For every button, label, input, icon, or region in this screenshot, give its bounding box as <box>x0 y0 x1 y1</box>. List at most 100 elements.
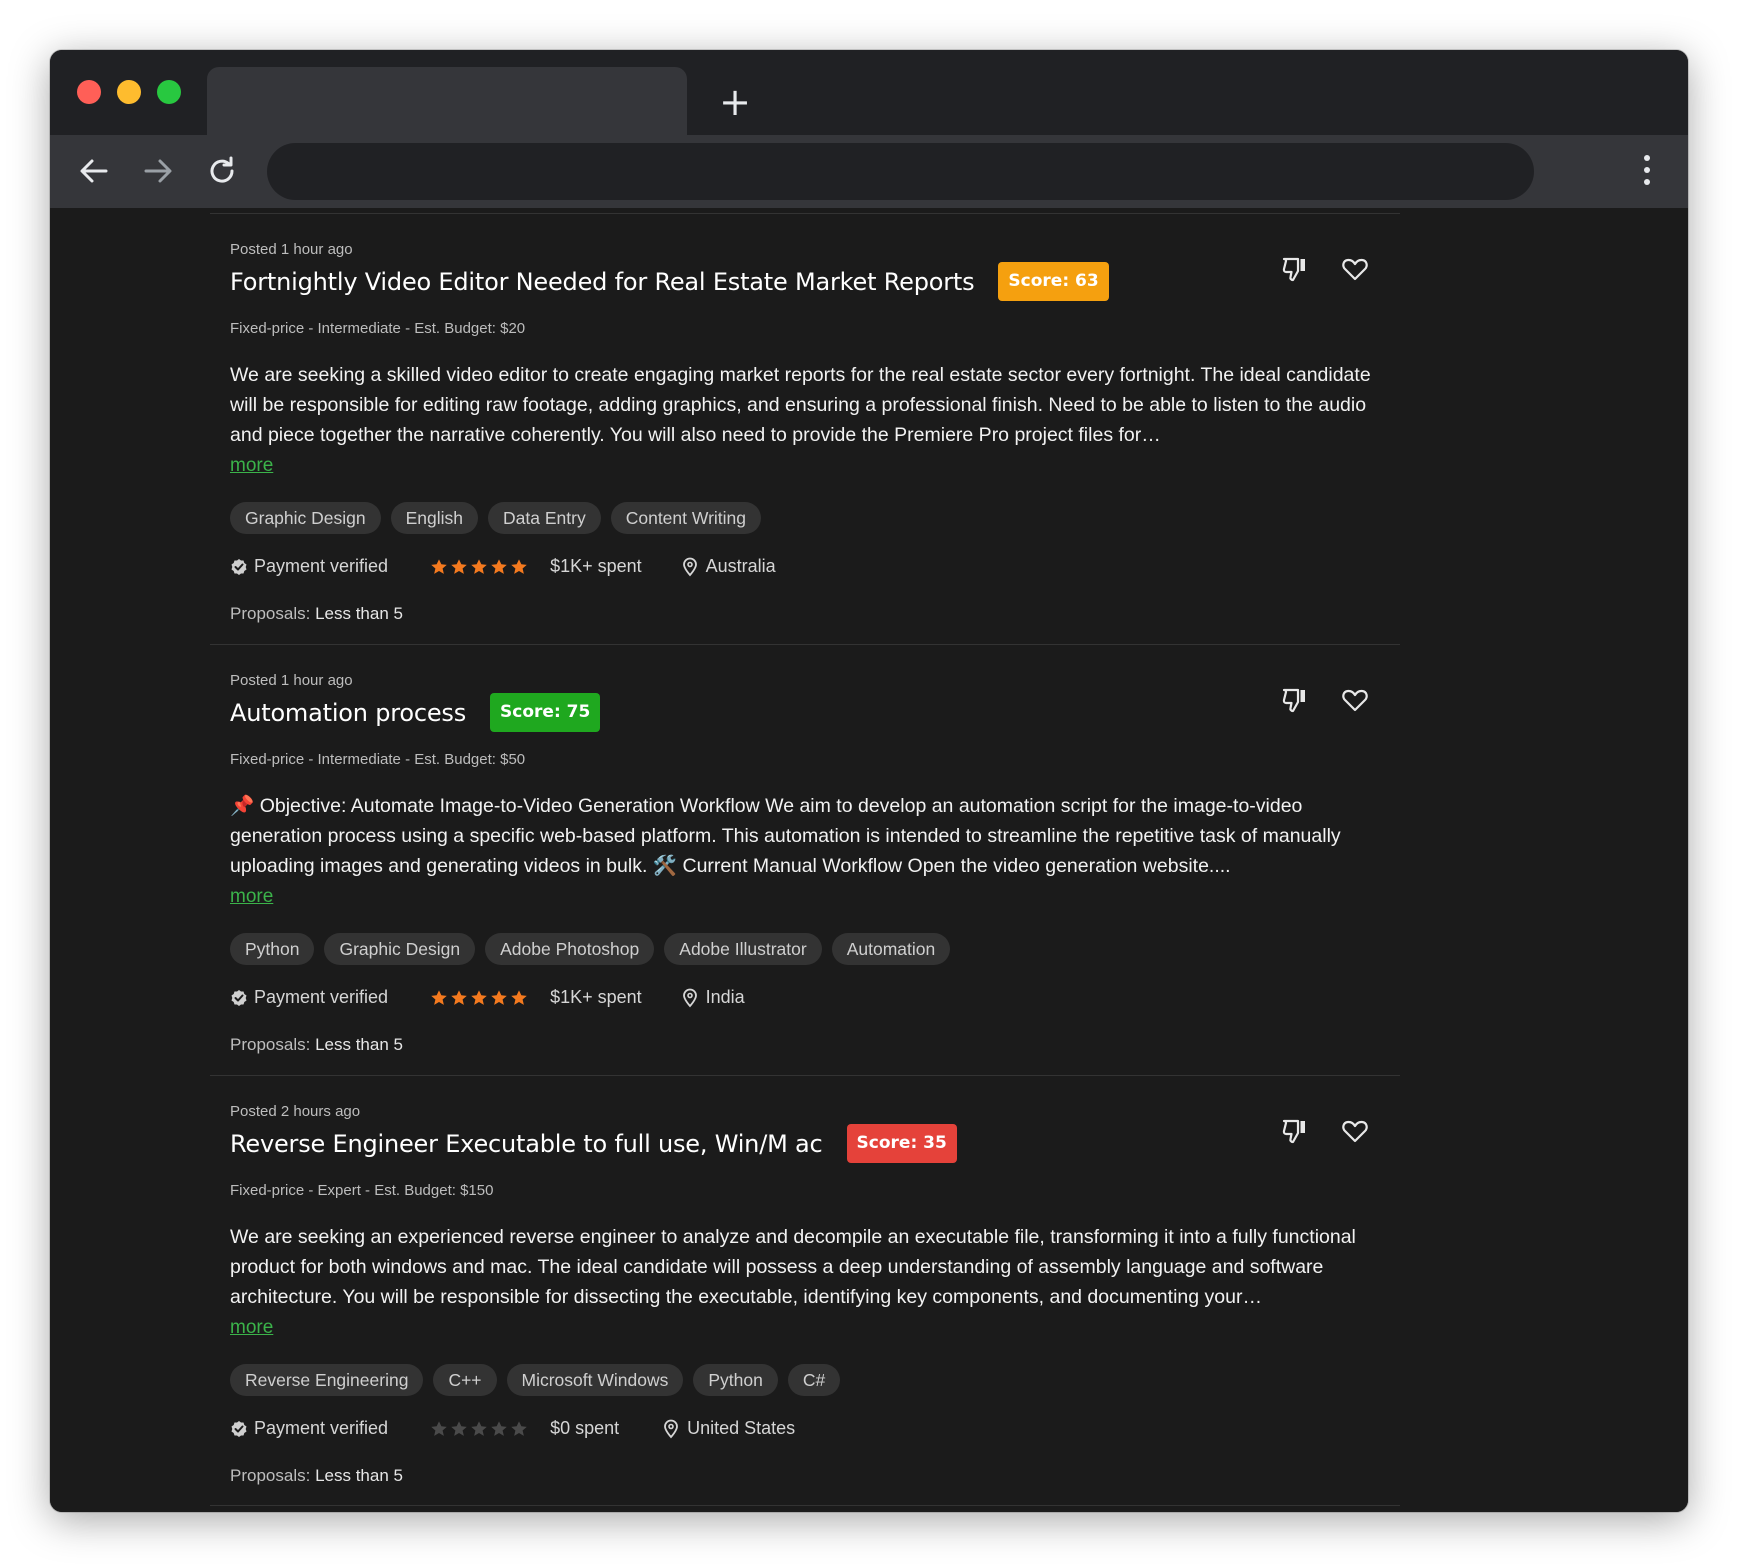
thumbs-down-icon[interactable] <box>1280 685 1310 715</box>
verified-check-icon <box>231 989 247 1006</box>
skill-tag[interactable]: Automation <box>831 933 951 965</box>
location-label: Australia <box>705 556 776 576</box>
title-row: Automation process Score: 75 <box>230 693 601 732</box>
skill-tag[interactable]: Reverse Engineering <box>230 1364 424 1396</box>
location-pin-icon <box>682 557 697 576</box>
skill-tag[interactable]: Python <box>230 933 315 965</box>
job-actions <box>1280 1116 1370 1146</box>
client-info: Payment verified $1K+ spent India <box>230 987 745 1008</box>
proposals-label: Proposals: <box>230 1035 311 1054</box>
job-description: 📌 Objective: Automate Image-to-Video Gen… <box>230 791 1380 912</box>
job-title[interactable]: Fortnightly Video Editor Needed for Real… <box>230 268 975 296</box>
browser-tab[interactable] <box>207 67 687 135</box>
star-icon <box>471 1420 487 1436</box>
job-title[interactable]: Reverse Engineer Executable to full use,… <box>230 1130 823 1158</box>
score-badge: Score: 63 <box>998 262 1109 301</box>
description-text: We are seeking a skilled video editor to… <box>230 364 1371 446</box>
skill-tag[interactable]: Graphic Design <box>324 933 476 965</box>
job-description: We are seeking an experienced reverse en… <box>230 1222 1380 1343</box>
skill-tag[interactable]: C# <box>787 1364 841 1396</box>
reload-icon[interactable] <box>204 153 240 189</box>
heart-icon[interactable] <box>1340 685 1370 715</box>
skill-tag[interactable]: Data Entry <box>488 502 601 534</box>
thumbs-down-icon[interactable] <box>1280 1116 1310 1146</box>
client-rating <box>430 558 528 576</box>
description-text: 📌 Objective: Automate Image-to-Video Gen… <box>230 795 1341 877</box>
skill-tag[interactable]: Graphic Design <box>230 502 381 534</box>
skill-tag[interactable]: Content Writing <box>610 502 762 534</box>
star-icon <box>471 989 487 1005</box>
more-link[interactable]: more <box>230 455 273 476</box>
location-label: India <box>705 987 745 1007</box>
client-rating <box>430 989 528 1007</box>
close-window-button[interactable] <box>77 80 101 104</box>
posted-time: Posted 1 hour ago <box>230 241 353 258</box>
thumbs-down-icon[interactable] <box>1280 254 1310 284</box>
job-feed: Posted 1 hour ago Fortnightly Video Edit… <box>210 213 1400 1506</box>
forward-arrow-icon[interactable] <box>140 153 176 189</box>
more-link[interactable]: more <box>230 1317 273 1338</box>
client-spent: $0 spent <box>550 1418 620 1438</box>
verified-check-icon <box>231 558 247 575</box>
proposals-value: Less than 5 <box>315 1466 403 1485</box>
star-icon <box>511 989 527 1005</box>
more-vert-icon[interactable] <box>1642 155 1652 189</box>
star-icon <box>451 1420 467 1436</box>
more-link[interactable]: more <box>230 886 273 907</box>
job-card[interactable]: Posted 2 hours ago Reverse Engineer Exec… <box>210 1075 1400 1506</box>
heart-icon[interactable] <box>1340 1116 1370 1146</box>
skill-tags: Graphic Design English Data Entry Content W… <box>230 502 762 534</box>
address-bar[interactable] <box>267 143 1534 200</box>
skill-tag[interactable]: English <box>390 502 479 534</box>
title-bar: + <box>50 50 1688 135</box>
payment-verified: Payment verified <box>230 987 388 1008</box>
job-description: We are seeking a skilled video editor to… <box>230 360 1380 481</box>
star-icon <box>451 558 467 574</box>
location-pin-icon <box>664 1419 679 1438</box>
skill-tags: Python Graphic Design Adobe Photoshop Adobe… <box>230 933 951 965</box>
client-spent: $1K+ spent <box>550 556 642 576</box>
proposals: Proposals: Less than 5 <box>230 1035 403 1055</box>
skill-tag[interactable]: Adobe Illustrator <box>664 933 822 965</box>
posted-time: Posted 2 hours ago <box>230 1103 361 1120</box>
payment-verified: Payment verified <box>230 1418 388 1439</box>
minimize-window-button[interactable] <box>117 80 141 104</box>
payment-verified-label: Payment verified <box>254 987 389 1007</box>
star-icon <box>511 558 527 574</box>
maximize-window-button[interactable] <box>157 80 181 104</box>
proposals: Proposals: Less than 5 <box>230 604 403 624</box>
client-location: India <box>682 987 745 1008</box>
title-row: Fortnightly Video Editor Needed for Real… <box>230 262 1109 301</box>
client-rating <box>430 1420 528 1438</box>
new-tab-button[interactable]: + <box>715 82 755 122</box>
client-info: Payment verified $0 spent United States <box>230 1418 795 1439</box>
job-actions <box>1280 685 1370 715</box>
star-icon <box>491 558 507 574</box>
job-title[interactable]: Automation process <box>230 699 466 727</box>
verified-check-icon <box>231 1420 247 1437</box>
skill-tag[interactable]: Adobe Photoshop <box>485 933 655 965</box>
job-meta: Fixed-price - Intermediate - Est. Budget… <box>230 320 526 337</box>
job-card[interactable]: Posted 1 hour ago Fortnightly Video Edit… <box>210 213 1400 644</box>
job-card[interactable]: Posted 1 hour ago Automation process Sco… <box>210 644 1400 1075</box>
star-icon <box>491 989 507 1005</box>
back-arrow-icon[interactable] <box>76 153 112 189</box>
location-pin-icon <box>682 988 697 1007</box>
score-badge: Score: 75 <box>490 693 601 732</box>
browser-toolbar <box>50 135 1688 208</box>
heart-icon[interactable] <box>1340 254 1370 284</box>
skill-tag[interactable]: Microsoft Windows <box>506 1364 684 1396</box>
skill-tag[interactable]: C++ <box>433 1364 497 1396</box>
star-icon <box>431 1420 447 1436</box>
title-row: Reverse Engineer Executable to full use,… <box>230 1124 957 1163</box>
skill-tag[interactable]: Python <box>693 1364 778 1396</box>
star-icon <box>451 989 467 1005</box>
payment-verified-label: Payment verified <box>254 1418 389 1438</box>
star-icon <box>511 1420 527 1436</box>
payment-verified: Payment verified <box>230 556 388 577</box>
client-spent: $1K+ spent <box>550 987 642 1007</box>
client-location: United States <box>663 1418 795 1439</box>
client-location: Australia <box>682 556 776 577</box>
score-badge: Score: 35 <box>846 1124 957 1163</box>
job-meta: Fixed-price - Intermediate - Est. Budget… <box>230 751 526 768</box>
